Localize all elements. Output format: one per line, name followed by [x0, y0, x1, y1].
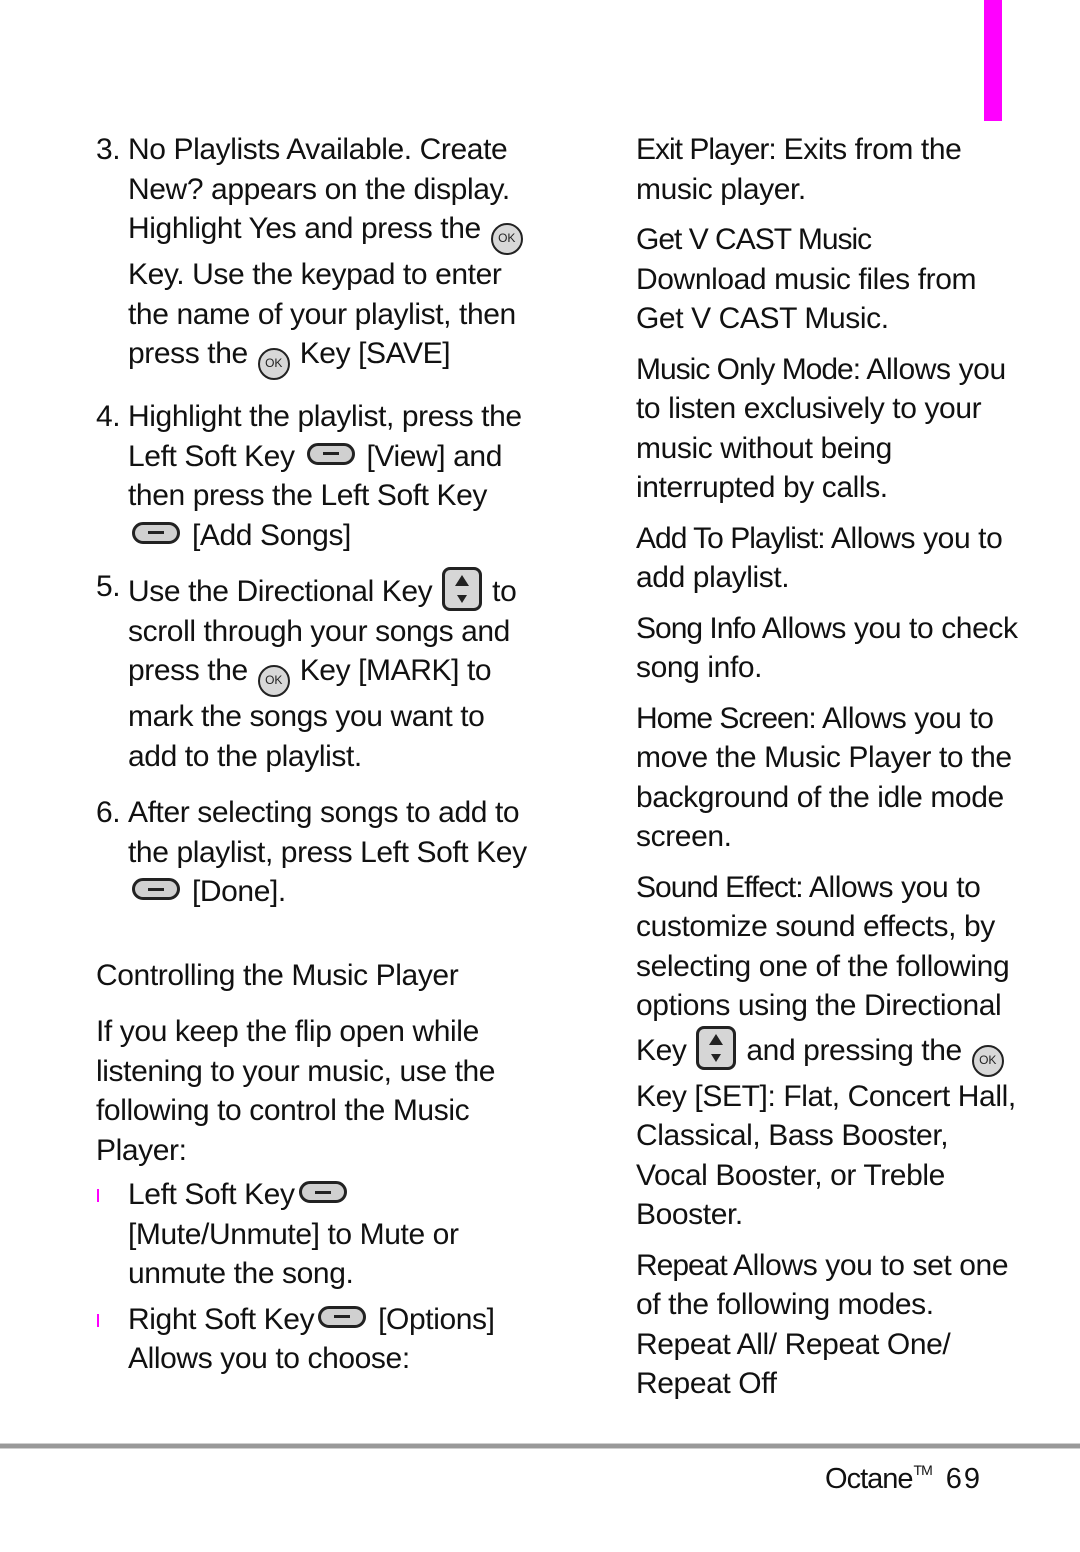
step-text: [Done].: [191, 875, 286, 908]
step-4: 4. Highlight the playlist, press the Lef…: [96, 397, 536, 555]
footer-divider: [0, 1443, 1080, 1449]
option-exit-player: Exit Player: Exits from the music player…: [636, 130, 1026, 209]
left-soft-key-icon: [306, 442, 355, 465]
option-term: Exit Player:: [636, 133, 777, 166]
left-soft-key-icon: [132, 878, 180, 900]
step-number: 4.: [96, 400, 121, 433]
option-term: Music Only Mode:: [636, 352, 861, 386]
step-6: 6. After selecting songs to add to the p…: [96, 793, 536, 912]
arrow-up-icon: [709, 1033, 724, 1045]
option-term: Add To Playlist:: [636, 521, 826, 555]
ok-key-icon: OK: [257, 348, 290, 380]
arrow-down-icon: [711, 1053, 722, 1062]
bullet-lead: Right Soft Key: [128, 1302, 315, 1336]
arrow-down-icon: [457, 595, 468, 603]
step-3: 3. No Playlists Available. Create New? a…: [96, 130, 536, 380]
bullet-left-soft-key: Left Soft Key [Mute/Unmute] to Mute or u…: [96, 1175, 536, 1294]
ok-key-icon: OK: [257, 665, 290, 697]
step-number: 6.: [96, 796, 121, 829]
trademark: TM: [913, 1462, 933, 1478]
option-term: Song Info: [636, 611, 756, 645]
bullet-lead: Left Soft Key: [128, 1178, 295, 1211]
left-column: 3. No Playlists Available. Create New? a…: [96, 130, 536, 1385]
right-soft-key-icon: [318, 1305, 367, 1328]
ok-key-icon: OK: [490, 223, 523, 255]
step-text: [Add Songs]: [191, 518, 351, 552]
option-repeat: Repeat Allows you to set one of the foll…: [636, 1246, 1026, 1404]
option-desc: and pressing the: [746, 1033, 962, 1067]
product-name: Octane: [825, 1463, 913, 1495]
directional-key-icon: [696, 1025, 737, 1070]
step-text: No Playlists Available. Create New? appe…: [128, 133, 510, 245]
directional-key-icon: [442, 567, 483, 611]
step-5: 5. Use the Directional Key to scroll thr…: [96, 567, 536, 776]
step-number: 5.: [96, 570, 121, 603]
option-desc: Download music files from Get V CAST Mus…: [636, 262, 977, 336]
page-number: 69: [945, 1463, 982, 1495]
section-title: Controlling the Music Player: [96, 958, 459, 992]
bullet-right-soft-key: Right Soft Key [Options] Allows you to c…: [96, 1300, 536, 1379]
step-text: Key [SAVE]: [299, 337, 451, 370]
left-soft-key-icon: [132, 521, 180, 544]
step-text: After selecting songs to add to the play…: [128, 796, 527, 869]
option-get-vcast-music: Get V CAST Music Download music files fr…: [636, 220, 1026, 339]
ok-key-icon: OK: [971, 1044, 1004, 1077]
option-home-screen: Home Screen: Allows you to move the Musi…: [636, 699, 1026, 857]
option-desc: Key [SET]: Flat, Concert Hall, Classical…: [636, 1079, 1016, 1232]
option-add-to-playlist: Add To Playlist: Allows you to add playl…: [636, 519, 1026, 598]
arrow-up-icon: [455, 575, 470, 586]
option-term: Home Screen:: [636, 701, 817, 735]
option-song-info: Song Info Allows you to check song info.: [636, 609, 1026, 688]
right-column: Exit Player: Exits from the music player…: [636, 130, 1026, 1415]
option-music-only-mode: Music Only Mode: Allows you to listen ex…: [636, 350, 1026, 508]
intro-paragraph: If you keep the flip open while listenin…: [96, 1015, 496, 1167]
step-text: Use the Directional Key: [128, 575, 433, 608]
option-term: Repeat: [636, 1248, 728, 1282]
bullet-marker: [97, 1189, 99, 1202]
chapter-tab-marker: [984, 0, 1002, 121]
left-soft-key-icon: [298, 1181, 347, 1203]
option-term: Sound Effect:: [636, 870, 804, 904]
bullet-text: [Mute/Unmute] to Mute or unmute the song…: [128, 1217, 459, 1291]
bullet-marker: [97, 1313, 99, 1327]
step-number: 3.: [96, 133, 121, 166]
option-term: Get V CAST Music: [636, 223, 872, 256]
page-footer: OctaneTM 69: [825, 1462, 982, 1496]
option-sound-effect: Sound Effect: Allows you to customize so…: [636, 868, 1026, 1235]
